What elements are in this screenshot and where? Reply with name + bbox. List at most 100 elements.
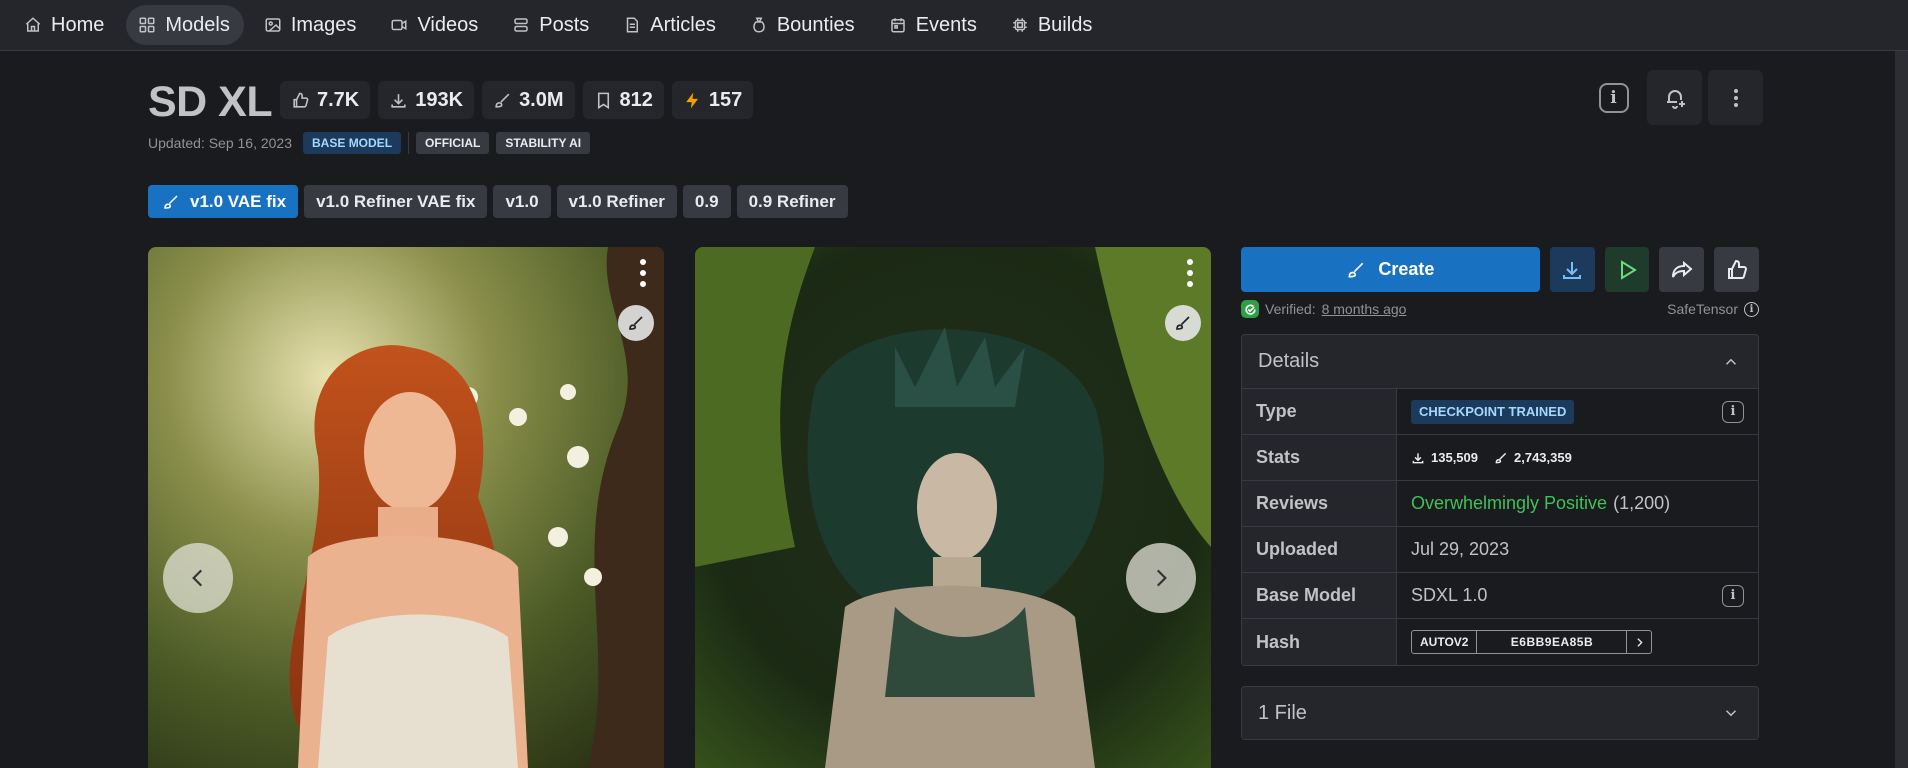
version-tab[interactable]: v1.0 Refiner	[556, 185, 677, 218]
details-row: Reviews Overwhelmingly Positive (1,200)	[1242, 481, 1758, 527]
hash-value[interactable]: E6BB9EA85B	[1477, 631, 1628, 653]
info-icon[interactable]: i	[1722, 400, 1744, 423]
nav-builds[interactable]: Builds	[999, 5, 1106, 45]
chevron-right-icon	[1148, 565, 1174, 591]
run-button[interactable]	[1604, 247, 1650, 292]
remix-button[interactable]	[618, 305, 654, 341]
bookmark-icon	[594, 91, 613, 110]
reviews-link[interactable]: Overwhelmingly Positive	[1411, 493, 1607, 514]
grid-icon	[138, 16, 156, 34]
model-meta: Updated: Sep 16, 2023 BASE MODEL OFFICIA…	[148, 132, 591, 154]
stat-bookmarks: 812	[582, 81, 664, 119]
divider	[408, 132, 410, 154]
nav-images[interactable]: Images	[252, 5, 371, 45]
info-icon[interactable]: i	[1722, 584, 1744, 607]
version-tab[interactable]: 0.9 Refiner	[736, 185, 848, 218]
download-icon	[1560, 258, 1584, 282]
play-icon	[1615, 258, 1639, 282]
badge-official: OFFICIAL	[416, 132, 490, 154]
details-row: Uploaded Jul 29, 2023	[1242, 527, 1758, 573]
nav-label: Home	[51, 13, 105, 36]
version-tab[interactable]: v1.0 Refiner VAE fix	[304, 185, 488, 218]
version-tabs: v1.0 VAE fix v1.0 Refiner VAE fix v1.0 v…	[148, 185, 848, 218]
brush-icon	[627, 314, 645, 332]
more-button[interactable]	[1708, 70, 1763, 125]
dots-vertical-icon	[1724, 86, 1748, 110]
notify-button[interactable]	[1647, 70, 1702, 125]
nav-label: Posts	[539, 13, 590, 36]
cpu-icon	[1011, 16, 1029, 34]
image-icon	[264, 16, 282, 34]
hash-box[interactable]: AUTOV2 E6BB9EA85B	[1411, 630, 1653, 654]
verified-link[interactable]: 8 months ago	[1322, 301, 1407, 317]
moneybag-icon	[750, 16, 768, 34]
verification-row: Verified: 8 months ago SafeTensor i	[1241, 300, 1759, 318]
nav-home[interactable]: Home	[12, 5, 118, 45]
badge-stability-ai: STABILITY AI	[496, 132, 591, 154]
article-icon	[623, 16, 641, 34]
badge-base-model: BASE MODEL	[303, 132, 402, 154]
nav-articles[interactable]: Articles	[611, 5, 730, 45]
stat-likes: 7.7K	[280, 81, 371, 119]
create-button[interactable]: Create	[1241, 247, 1540, 292]
posts-icon	[512, 16, 530, 34]
updated-date: Updated: Sep 16, 2023	[148, 135, 293, 151]
calendar-icon	[889, 16, 907, 34]
files-accordion[interactable]: 1 File	[1241, 686, 1759, 740]
nav-label: Models	[165, 13, 230, 36]
nav-label: Bounties	[776, 13, 855, 36]
video-icon	[390, 16, 408, 34]
nav-bounties[interactable]: Bounties	[738, 5, 869, 45]
hash-algo[interactable]: AUTOV2	[1412, 631, 1478, 653]
download-icon	[1411, 451, 1425, 465]
brush-icon	[1174, 314, 1192, 332]
nav-videos[interactable]: Videos	[378, 5, 492, 45]
nav-label: Builds	[1037, 13, 1093, 36]
version-tab[interactable]: 0.9	[682, 185, 731, 218]
stat-downloads: 135,509	[1411, 450, 1478, 465]
thumb-up-icon	[291, 91, 310, 110]
details-row: Type CHECKPOINT TRAINED i	[1242, 389, 1758, 435]
brush-icon	[1346, 260, 1366, 280]
download-button[interactable]	[1549, 247, 1595, 292]
stat-generations: 2,743,359	[1494, 450, 1572, 465]
nav-label: Articles	[650, 13, 716, 36]
chevron-right-icon[interactable]	[1627, 631, 1651, 653]
gallery-image-card[interactable]	[695, 247, 1211, 768]
gallery-image	[695, 247, 1211, 768]
card-menu-button[interactable]	[638, 259, 648, 287]
details-header[interactable]: Details	[1242, 335, 1758, 389]
nav-label: Events	[915, 13, 977, 36]
carousel-prev-button[interactable]	[163, 543, 233, 613]
shield-check-icon	[1241, 300, 1259, 318]
top-nav: Home Models Images Videos Posts Articles…	[0, 0, 1908, 51]
gallery-image	[148, 247, 664, 768]
chevron-up-icon	[1722, 353, 1740, 371]
info-button[interactable]: i	[1586, 70, 1641, 125]
reviews-count: (1,200)	[1613, 493, 1671, 513]
remix-button[interactable]	[1165, 305, 1201, 341]
details-row: Hash AUTOV2 E6BB9EA85B	[1242, 619, 1758, 665]
like-button[interactable]	[1714, 247, 1759, 292]
page-scrollbar[interactable]	[1895, 51, 1908, 768]
brush-icon	[162, 193, 180, 211]
info-icon: i	[1598, 82, 1629, 113]
nav-events[interactable]: Events	[877, 5, 991, 45]
thumb-up-icon	[1725, 258, 1749, 282]
share-button[interactable]	[1659, 247, 1705, 292]
bolt-icon	[683, 91, 702, 110]
model-title: SD XL	[148, 78, 273, 126]
nav-models[interactable]: Models	[126, 5, 244, 45]
version-tab[interactable]: v1.0	[493, 185, 551, 218]
card-menu-button[interactable]	[1185, 259, 1195, 287]
version-tab[interactable]: v1.0 VAE fix	[148, 185, 299, 218]
nav-label: Videos	[417, 13, 479, 36]
info-icon[interactable]: i	[1744, 301, 1759, 317]
nav-posts[interactable]: Posts	[500, 5, 603, 45]
header-actions: i	[1586, 70, 1763, 125]
carousel-next-button[interactable]	[1126, 543, 1196, 613]
chevron-down-icon	[1722, 704, 1740, 722]
home-icon	[24, 16, 42, 34]
details-row: Stats 135,509 2,743,359	[1242, 435, 1758, 481]
gallery-image-card[interactable]	[148, 247, 664, 768]
